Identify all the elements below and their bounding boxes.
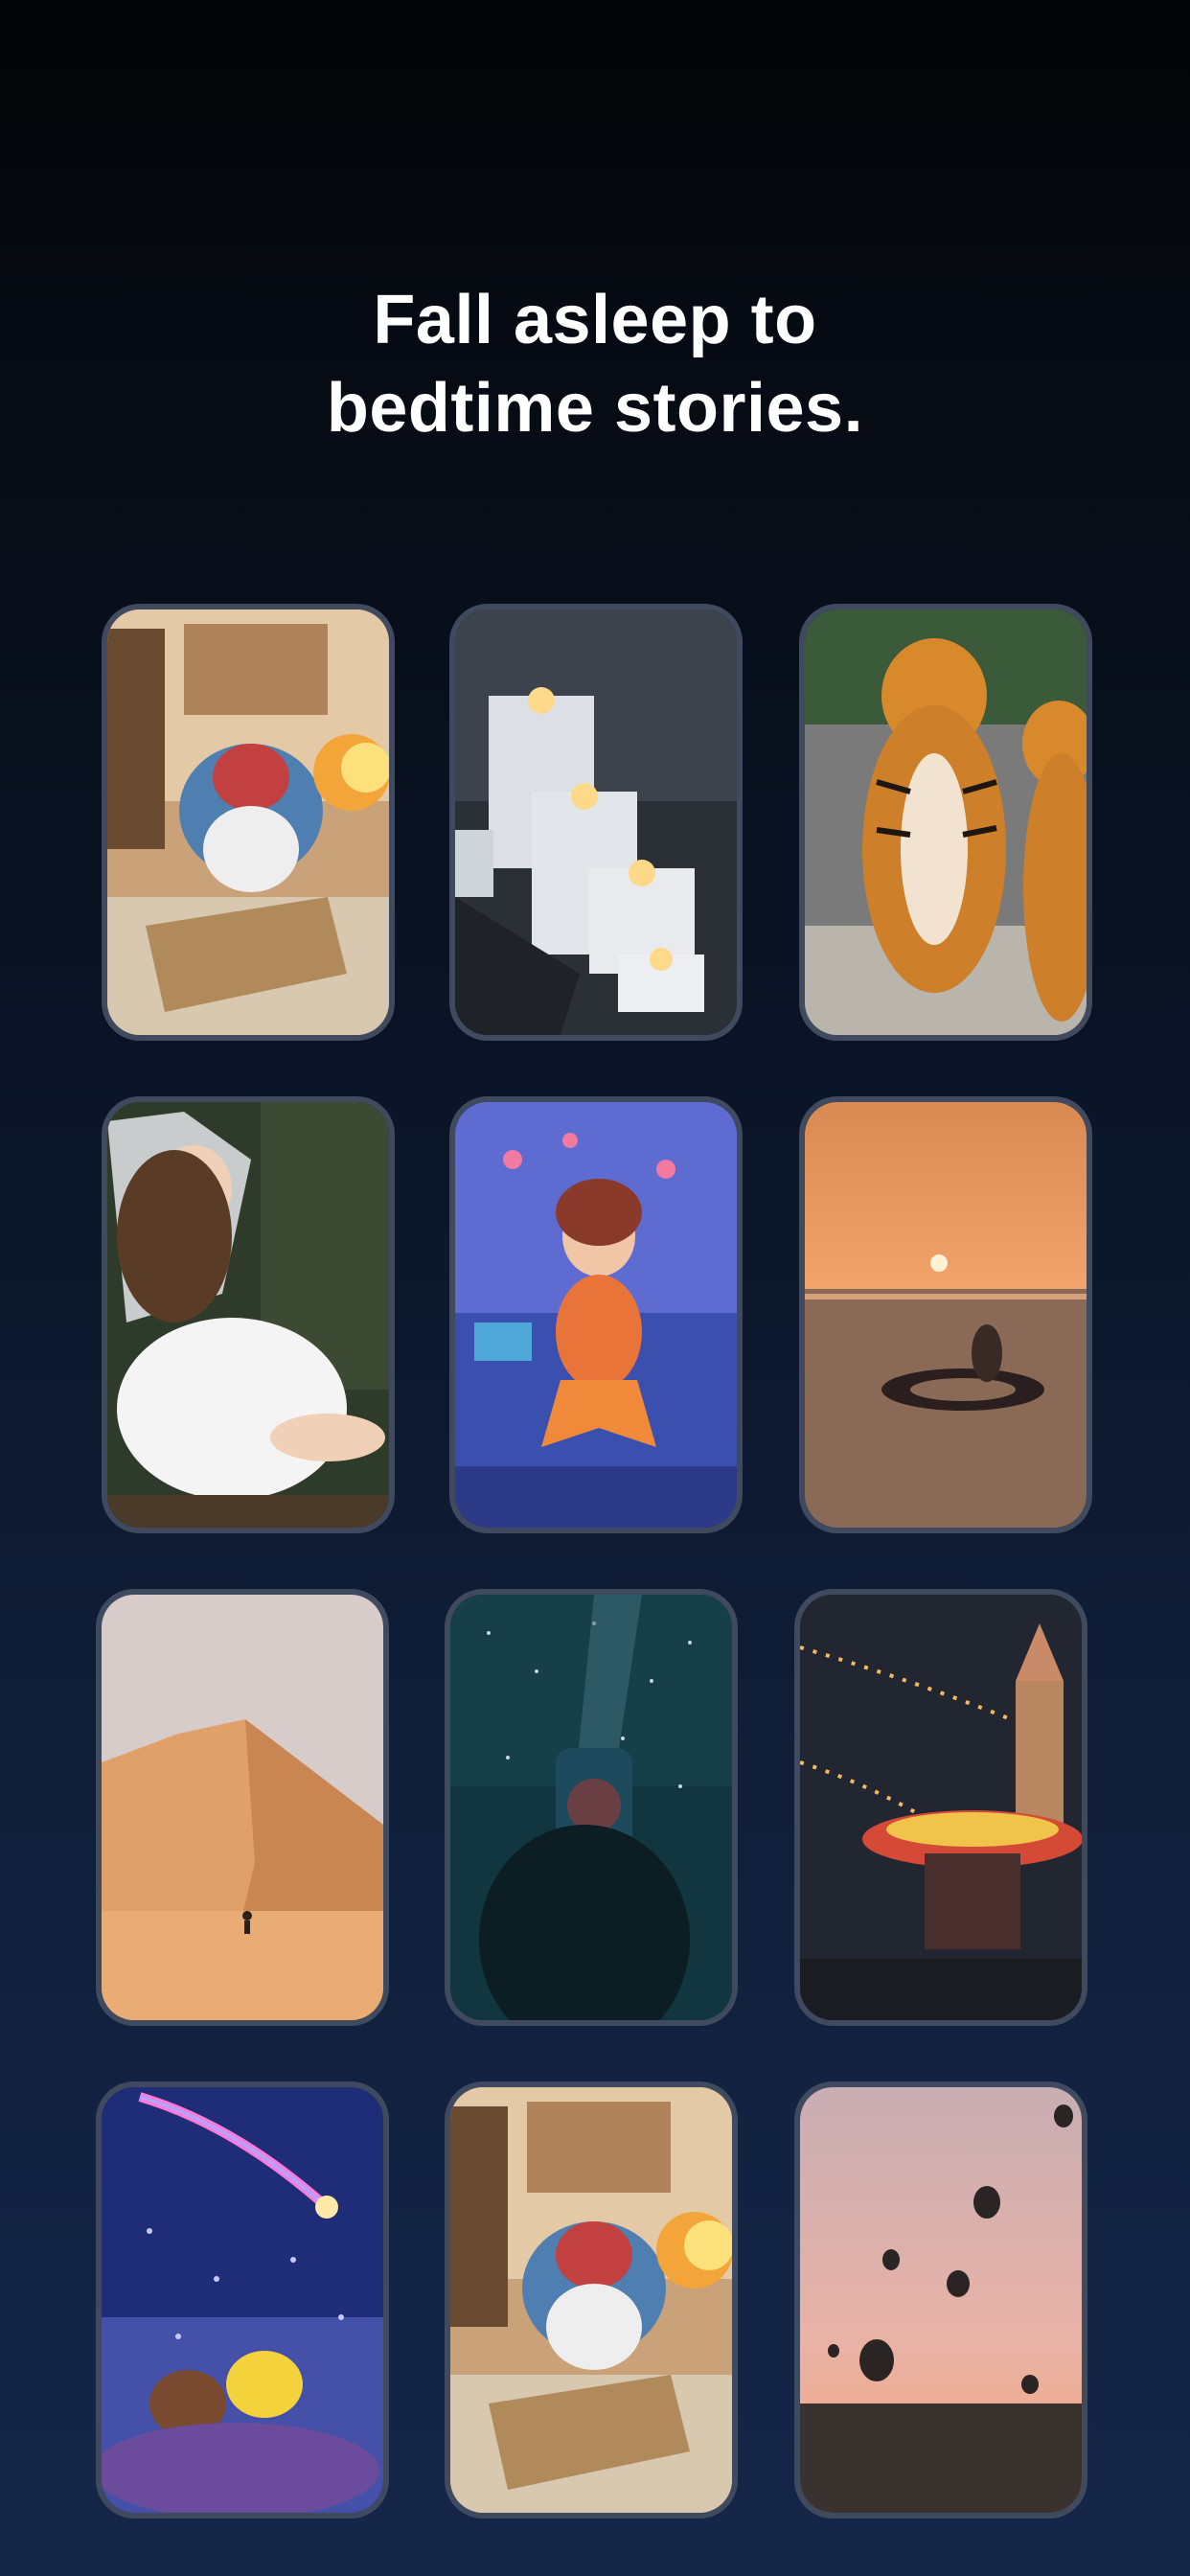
candles-photo-icon <box>455 610 737 1035</box>
shooting-star-kids-card[interactable] <box>96 2082 389 2518</box>
balloons-photo-icon <box>800 2087 1082 2513</box>
headline: Fall asleep to bedtime stories. <box>0 276 1190 452</box>
headline-line-1: Fall asleep to <box>373 282 817 359</box>
dragon-reading-card-2[interactable] <box>445 2082 738 2518</box>
fairy-girl-card[interactable] <box>102 1096 395 1533</box>
mermaid-illustration-icon <box>455 1102 737 1528</box>
carousel-night-card[interactable] <box>794 1589 1087 2026</box>
hot-air-balloons-card[interactable] <box>794 2082 1087 2518</box>
dragon-illustration-icon-2 <box>450 2087 732 2513</box>
star-jar-photo-icon <box>450 1595 732 2020</box>
dragon-reading-card[interactable] <box>102 604 395 1041</box>
desert-dunes-card[interactable] <box>96 1589 389 2026</box>
candles-card[interactable] <box>449 604 743 1041</box>
headline-line-2: bedtime stories. <box>326 370 864 448</box>
dragon-illustration-icon <box>107 610 389 1035</box>
sunset-sea-photo-icon <box>805 1102 1087 1528</box>
shooting-star-illustration-icon <box>102 2087 383 2513</box>
carousel-photo-icon <box>800 1595 1082 2020</box>
sunset-sea-card[interactable] <box>799 1096 1092 1533</box>
tigers-card[interactable] <box>799 604 1092 1041</box>
mermaid-girl-card[interactable] <box>449 1096 743 1533</box>
star-jar-card[interactable] <box>445 1589 738 2026</box>
desert-photo-icon <box>102 1595 383 2020</box>
tigers-photo-icon <box>805 610 1087 1035</box>
fairy-photo-icon <box>107 1102 389 1528</box>
